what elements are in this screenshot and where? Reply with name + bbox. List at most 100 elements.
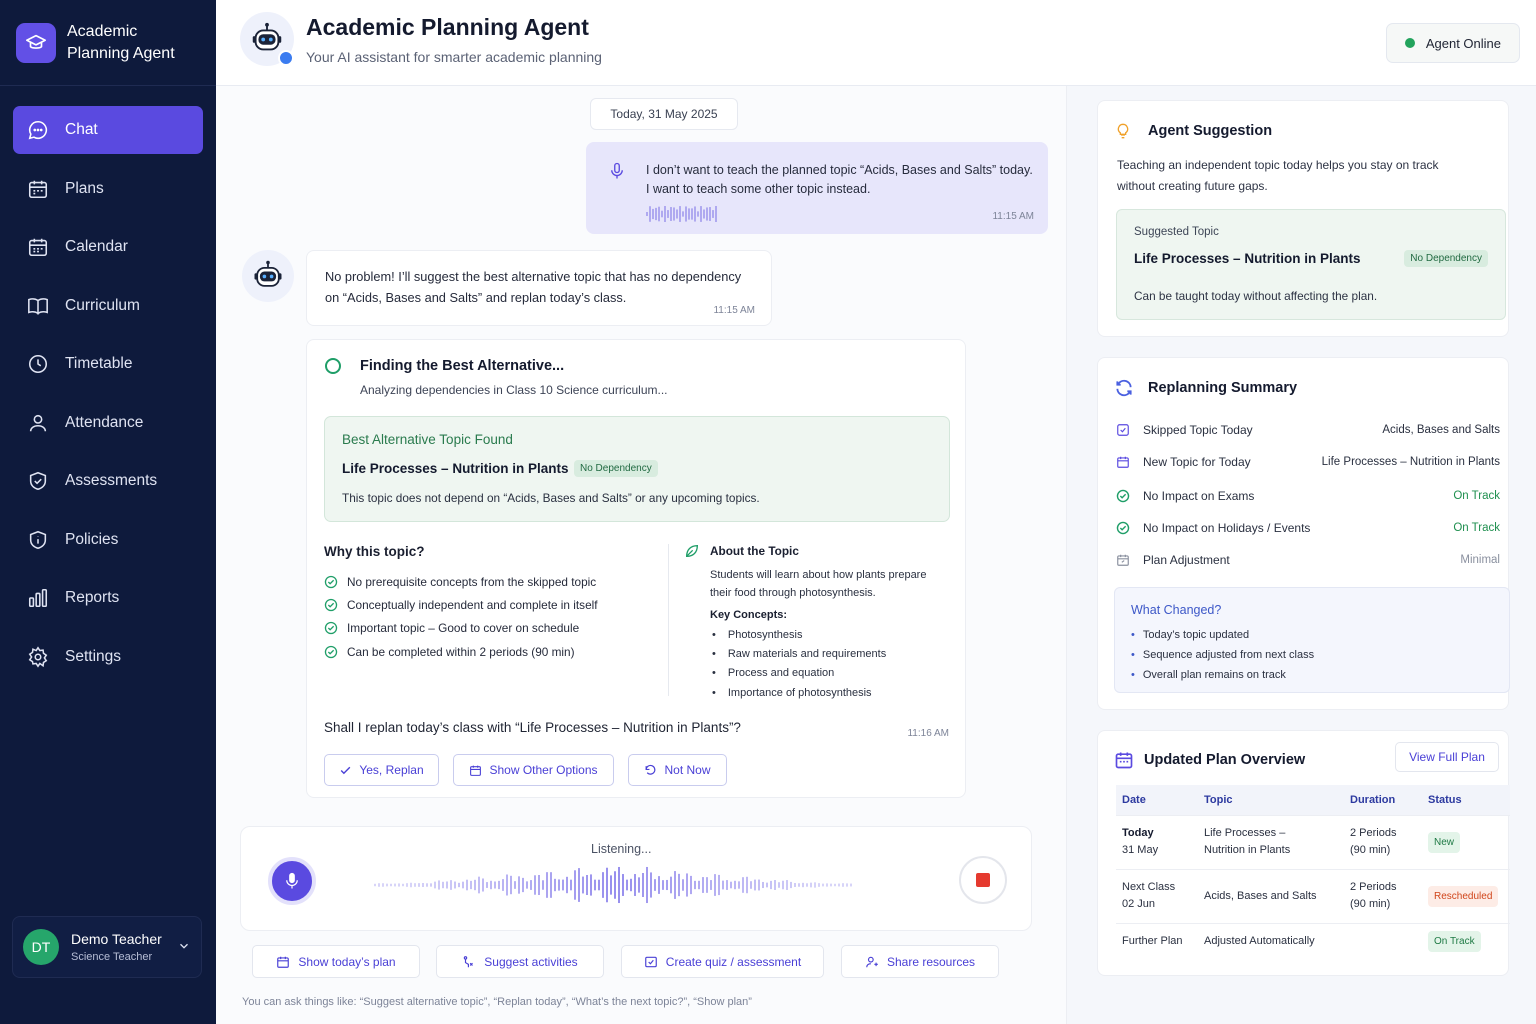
list-item: Raw materials and requirements <box>710 644 886 663</box>
brand: Academic Planning Agent <box>0 0 216 86</box>
table-row: Further Plan Adjusted Automatically On T… <box>1116 922 1510 959</box>
card-subtitle: Analyzing dependencies in Class 10 Scien… <box>360 383 668 397</box>
microphone-button[interactable] <box>268 857 316 905</box>
sidebar-item-attendance[interactable]: Attendance <box>13 399 203 447</box>
list-item: Importance of photosynthesis <box>710 683 886 702</box>
suggested-topic-box: Suggested Topic Life Processes – Nutriti… <box>1116 209 1506 320</box>
graduation-cap-icon <box>16 22 56 63</box>
share-user-icon <box>866 956 878 967</box>
page-subtitle: Your AI assistant for smarter academic p… <box>306 49 602 65</box>
sidebar-item-reports[interactable]: Reports <box>13 574 203 622</box>
suggested-topic-name: Life Processes – Nutrition in Plants <box>1134 251 1361 266</box>
list-item: Photosynthesis <box>710 625 886 644</box>
calendar-edit-icon <box>1117 554 1129 566</box>
sidebar-nav: Chat Plans Calendar Curriculum Timetable… <box>0 86 216 681</box>
what-changed-box: What Changed? Today’s topic updated Sequ… <box>1114 587 1510 693</box>
clock-icon <box>25 351 51 377</box>
check-circle-icon <box>1116 521 1130 535</box>
input-hint: You can ask things like: “Suggest altern… <box>242 996 752 1008</box>
sidebar-item-timetable[interactable]: Timetable <box>13 340 203 388</box>
yes-replan-button[interactable]: Yes, Replan <box>324 754 439 786</box>
list-item: Sequence adjusted from next class <box>1131 645 1314 665</box>
list-item: Can be completed within 2 periods (90 mi… <box>324 640 598 663</box>
sidebar-item-assessments[interactable]: Assessments <box>13 457 203 505</box>
chat-icon <box>25 117 51 143</box>
calendar-icon <box>277 956 290 968</box>
best-alternative-box: Best Alternative Topic Found Life Proces… <box>324 416 950 522</box>
table-row: Today 31 May Life Processes – Nutrition in… <box>1116 814 1510 869</box>
check-icon <box>341 766 351 774</box>
check-circle-icon <box>324 598 338 612</box>
sidebar-item-calendar[interactable]: Calendar <box>13 223 203 271</box>
list-item: Conceptually independent and complete in… <box>324 593 598 616</box>
calendar-icon <box>470 765 482 776</box>
why-title: Why this topic? <box>324 544 425 559</box>
plan-table: Date Topic Duration Status Today 31 May L… <box>1116 785 1510 959</box>
user-message: I don’t want to teach the planned topic … <box>586 142 1048 234</box>
undo-icon <box>646 764 656 775</box>
sidebar: Academic Planning Agent Chat Plans Calen… <box>0 0 216 1024</box>
user-name: Demo Teacher <box>71 931 162 947</box>
replan-question: Shall I replan today’s class with “Life … <box>324 720 741 735</box>
shield-check-icon <box>25 468 51 494</box>
summary-row: Plan Adjustment Minimal <box>1116 549 1500 571</box>
robot-avatar-icon <box>240 12 294 66</box>
sidebar-item-settings[interactable]: Settings <box>13 633 203 681</box>
status-badge: Rescheduled <box>1428 885 1499 907</box>
stop-recording-button[interactable] <box>959 856 1007 904</box>
chevron-down-icon[interactable] <box>177 939 191 956</box>
listening-status: Listening... <box>591 842 652 856</box>
sidebar-item-chat[interactable]: Chat <box>13 106 203 154</box>
loading-circle-icon <box>325 358 341 374</box>
summary-row: No Impact on Holidays / Events On Track <box>1116 517 1500 539</box>
divider <box>668 544 669 696</box>
list-item: Overall plan remains on track <box>1131 665 1314 685</box>
chat-panel: Today, 31 May 2025 I don’t want to teach… <box>216 86 1066 1024</box>
page-title: Academic Planning Agent <box>306 14 589 40</box>
gear-icon <box>25 644 51 670</box>
leaf-icon <box>684 543 700 562</box>
book-icon <box>25 293 51 319</box>
updated-plan-overview-card: Updated Plan Overview View Full Plan Dat… <box>1097 730 1510 976</box>
not-now-button[interactable]: Not Now <box>628 754 727 786</box>
show-other-options-button[interactable]: Show Other Options <box>453 754 614 786</box>
right-panel: Agent Suggestion Teaching an independent… <box>1066 86 1536 1024</box>
bot-message: No problem! I’ll suggest the best altern… <box>306 250 772 326</box>
why-list: No prerequisite concepts from the skippe… <box>324 570 598 663</box>
suggest-activities-button[interactable]: Suggest activities <box>436 945 604 978</box>
best-topic-name: Life Processes – Nutrition in Plants <box>342 461 569 476</box>
header: Academic Planning Agent Your AI assistan… <box>216 0 1536 86</box>
alternative-topic-card: Finding the Best Alternative... Analyzin… <box>306 339 966 798</box>
summary-row: New Topic for Today Life Processes – Nut… <box>1116 451 1500 473</box>
show-todays-plan-button[interactable]: Show today’s plan <box>252 945 420 978</box>
list-item: Today’s topic updated <box>1131 625 1314 645</box>
summary-row: Skipped Topic Today Acids, Bases and Sal… <box>1116 419 1500 441</box>
replanning-summary-card: Replanning Summary Skipped Topic Today A… <box>1097 357 1510 710</box>
date-separator: Today, 31 May 2025 <box>590 98 738 130</box>
user-icon <box>25 410 51 436</box>
sidebar-item-policies[interactable]: Policies <box>13 516 203 564</box>
user-role: Science Teacher <box>71 951 153 963</box>
key-concepts-list: Photosynthesis Raw materials and require… <box>710 625 886 703</box>
bar-chart-icon <box>25 585 51 611</box>
sidebar-item-plans[interactable]: Plans <box>13 165 203 213</box>
checkbox-icon <box>1117 424 1129 436</box>
view-full-plan-button[interactable]: View Full Plan <box>1395 742 1499 772</box>
calendar-icon <box>25 234 51 260</box>
status-badge: No Dependency <box>1404 250 1488 267</box>
check-circle-icon <box>324 645 338 658</box>
agent-suggestion-card: Agent Suggestion Teaching an independent… <box>1097 100 1509 337</box>
check-circle-icon <box>324 622 338 635</box>
list-item: No prerequisite concepts from the skippe… <box>324 570 598 593</box>
table-row: Next Class 02 Jun Acids, Bases and Salts … <box>1116 868 1510 923</box>
check-circle-icon <box>324 575 338 588</box>
avatar: DT <box>23 929 59 965</box>
user-menu[interactable]: DT Demo Teacher Science Teacher <box>12 916 202 978</box>
sidebar-item-curriculum[interactable]: Curriculum <box>13 282 203 330</box>
share-resources-button[interactable]: Share resources <box>841 945 999 978</box>
robot-avatar-icon <box>242 250 294 302</box>
calendar-icon <box>1114 750 1134 773</box>
status-dot-icon <box>1404 38 1415 48</box>
calendar-icon <box>1117 456 1129 468</box>
create-quiz-button[interactable]: Create quiz / assessment <box>621 945 824 978</box>
